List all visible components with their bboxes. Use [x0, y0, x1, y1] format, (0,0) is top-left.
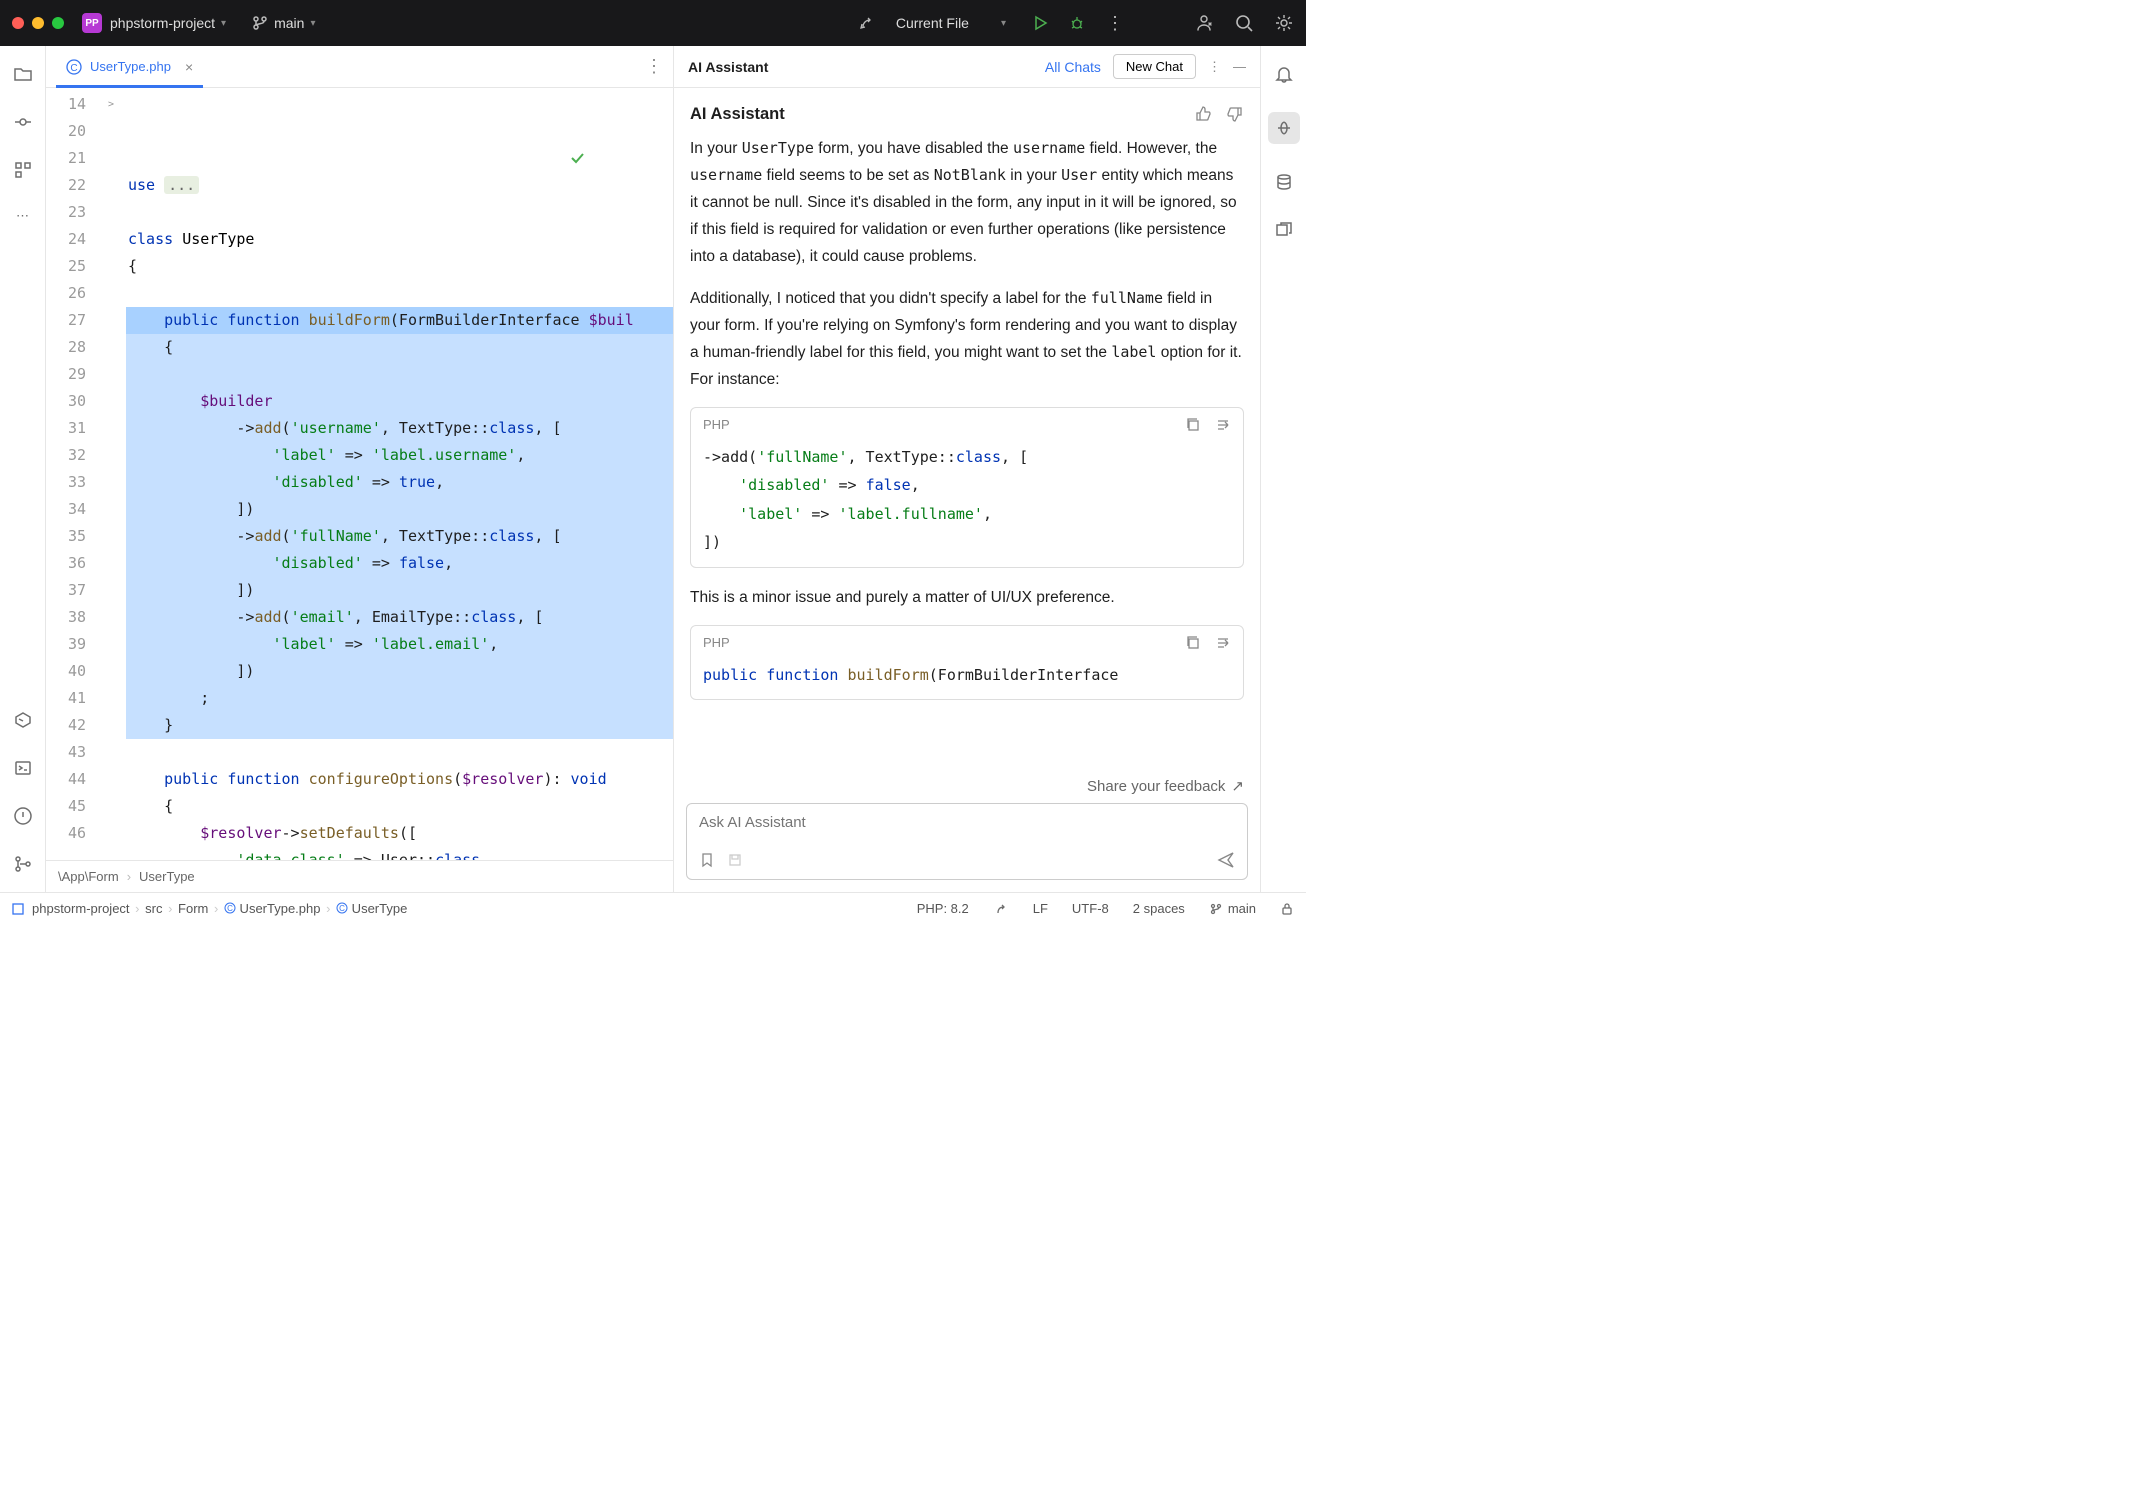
copy-icon[interactable]: [1185, 635, 1201, 651]
code-block-content[interactable]: ->add('fullName', TextType::class, [ 'di…: [691, 443, 1243, 567]
status-services-icon[interactable]: [993, 901, 1009, 917]
close-window-button[interactable]: [12, 17, 24, 29]
services-icon[interactable]: [13, 710, 33, 730]
editor-tabs: C UserType.php × ⋮: [46, 46, 673, 88]
ai-assistant-icon[interactable]: [1268, 112, 1300, 144]
statusbar: phpstorm-project › src › Form › C UserTy…: [0, 892, 1306, 924]
commit-icon[interactable]: [13, 112, 33, 132]
editor-column: C UserType.php × ⋮ 142021222324252627282…: [46, 46, 674, 892]
left-tool-rail: ⋯: [0, 46, 46, 892]
maximize-window-button[interactable]: [52, 17, 64, 29]
insert-icon[interactable]: [1215, 635, 1231, 651]
ai-header: AI Assistant All Chats New Chat ⋮ —: [674, 46, 1260, 88]
thumbs-up-icon[interactable]: [1194, 105, 1212, 123]
module-icon: [12, 903, 24, 915]
all-chats-link[interactable]: All Chats: [1045, 59, 1101, 75]
branch-icon[interactable]: [252, 15, 268, 31]
notifications-icon[interactable]: [1274, 64, 1294, 84]
tab-more-icon[interactable]: ⋮: [645, 56, 663, 77]
status-encoding[interactable]: UTF-8: [1072, 901, 1109, 916]
close-tab-icon[interactable]: ×: [185, 59, 193, 75]
window-controls: [12, 17, 64, 29]
status-indent[interactable]: 2 spaces: [1133, 901, 1185, 916]
code-block-content[interactable]: public function buildForm(FormBuilderInt…: [691, 661, 1243, 700]
tab-label: UserType.php: [90, 59, 171, 74]
more-icon[interactable]: ⋮: [1208, 59, 1221, 75]
line-gutter: 1420212223242526272829303132333435363738…: [46, 88, 96, 860]
send-icon[interactable]: [1217, 851, 1235, 869]
svg-text:C: C: [339, 904, 345, 913]
status-lf[interactable]: LF: [1033, 901, 1048, 916]
ai-input-field[interactable]: [699, 814, 1235, 831]
code-block-1: PHP ->add('fullName', TextType::class, […: [690, 407, 1244, 568]
minimize-panel-icon[interactable]: —: [1233, 59, 1246, 74]
code-lang-label: PHP: [703, 414, 730, 437]
chevron-down-icon[interactable]: ▾: [310, 18, 315, 29]
ai-assistant-panel: AI Assistant All Chats New Chat ⋮ — AI A…: [674, 46, 1260, 892]
debug-icon[interactable]: [1068, 14, 1086, 32]
status-branch[interactable]: main: [1209, 901, 1256, 916]
insert-icon[interactable]: [1215, 417, 1231, 433]
titlebar: PP phpstorm-project ▾ main ▾ Current Fil…: [0, 0, 1306, 46]
search-icon[interactable]: [1234, 13, 1254, 33]
chevron-down-icon[interactable]: ▾: [221, 18, 226, 29]
project-badge: PP: [82, 13, 102, 33]
ai-input-box[interactable]: [686, 803, 1248, 880]
ai-paragraph-2: Additionally, I noticed that you didn't …: [690, 285, 1244, 394]
status-php[interactable]: PHP: 8.2: [917, 901, 969, 916]
editor-breadcrumb[interactable]: \App\Form › UserType: [46, 860, 673, 892]
minimize-window-button[interactable]: [32, 17, 44, 29]
code-block-2: PHP public function buildForm(FormBuilde…: [690, 625, 1244, 700]
settings-icon[interactable]: [1274, 13, 1294, 33]
new-chat-button[interactable]: New Chat: [1113, 54, 1196, 79]
crumb-namespace[interactable]: \App\Form: [58, 869, 119, 884]
code-with-me-icon[interactable]: [1194, 13, 1214, 33]
run-icon[interactable]: [1032, 15, 1048, 31]
save-icon[interactable]: [727, 852, 743, 868]
svg-text:C: C: [70, 63, 77, 74]
ai-paragraph-3: This is a minor issue and purely a matte…: [690, 584, 1244, 611]
crumb-class[interactable]: UserType: [139, 869, 195, 884]
share-feedback-link[interactable]: Share your feedback ↗: [674, 773, 1260, 803]
more-icon[interactable]: ⋮: [1106, 13, 1124, 34]
external-link-icon: ↗: [1231, 777, 1244, 795]
vcs-icon[interactable]: [13, 854, 33, 874]
ai-panel-title: AI Assistant: [688, 59, 768, 75]
svg-text:C: C: [227, 904, 233, 913]
status-lock-icon[interactable]: [1280, 902, 1294, 916]
right-tool-rail: [1260, 46, 1306, 892]
ai-paragraph-1: In your UserType form, you have disabled…: [690, 135, 1244, 271]
chevron-down-icon[interactable]: ▾: [1001, 18, 1006, 29]
detach-icon[interactable]: [1274, 220, 1294, 240]
bookmark-icon[interactable]: [699, 852, 715, 868]
thumbs-down-icon[interactable]: [1226, 105, 1244, 123]
more-tools-icon[interactable]: ⋯: [16, 208, 29, 224]
project-name[interactable]: phpstorm-project: [110, 15, 215, 31]
run-config-selector[interactable]: Current File: [896, 15, 969, 31]
project-icon[interactable]: [13, 64, 33, 84]
code-content[interactable]: use ...class UserType{ public function b…: [126, 88, 673, 860]
fold-column[interactable]: >: [96, 88, 126, 860]
ai-body: AI Assistant In your UserType form, you …: [674, 88, 1260, 773]
copy-icon[interactable]: [1185, 417, 1201, 433]
chevron-right-icon: ›: [127, 869, 131, 884]
ai-heading: AI Assistant: [690, 100, 1244, 129]
structure-icon[interactable]: [13, 160, 33, 180]
code-lang-label: PHP: [703, 632, 730, 655]
status-breadcrumbs[interactable]: phpstorm-project › src › Form › C UserTy…: [32, 901, 407, 916]
tab-usertype[interactable]: C UserType.php ×: [56, 46, 203, 87]
terminal-icon[interactable]: [13, 758, 33, 778]
database-icon[interactable]: [1274, 172, 1294, 192]
code-editor[interactable]: 1420212223242526272829303132333435363738…: [46, 88, 673, 860]
inspection-ok-icon[interactable]: [569, 96, 659, 220]
branch-name[interactable]: main: [274, 15, 304, 31]
build-icon[interactable]: [858, 14, 876, 32]
class-icon: C: [66, 59, 82, 75]
problems-icon[interactable]: [13, 806, 33, 826]
